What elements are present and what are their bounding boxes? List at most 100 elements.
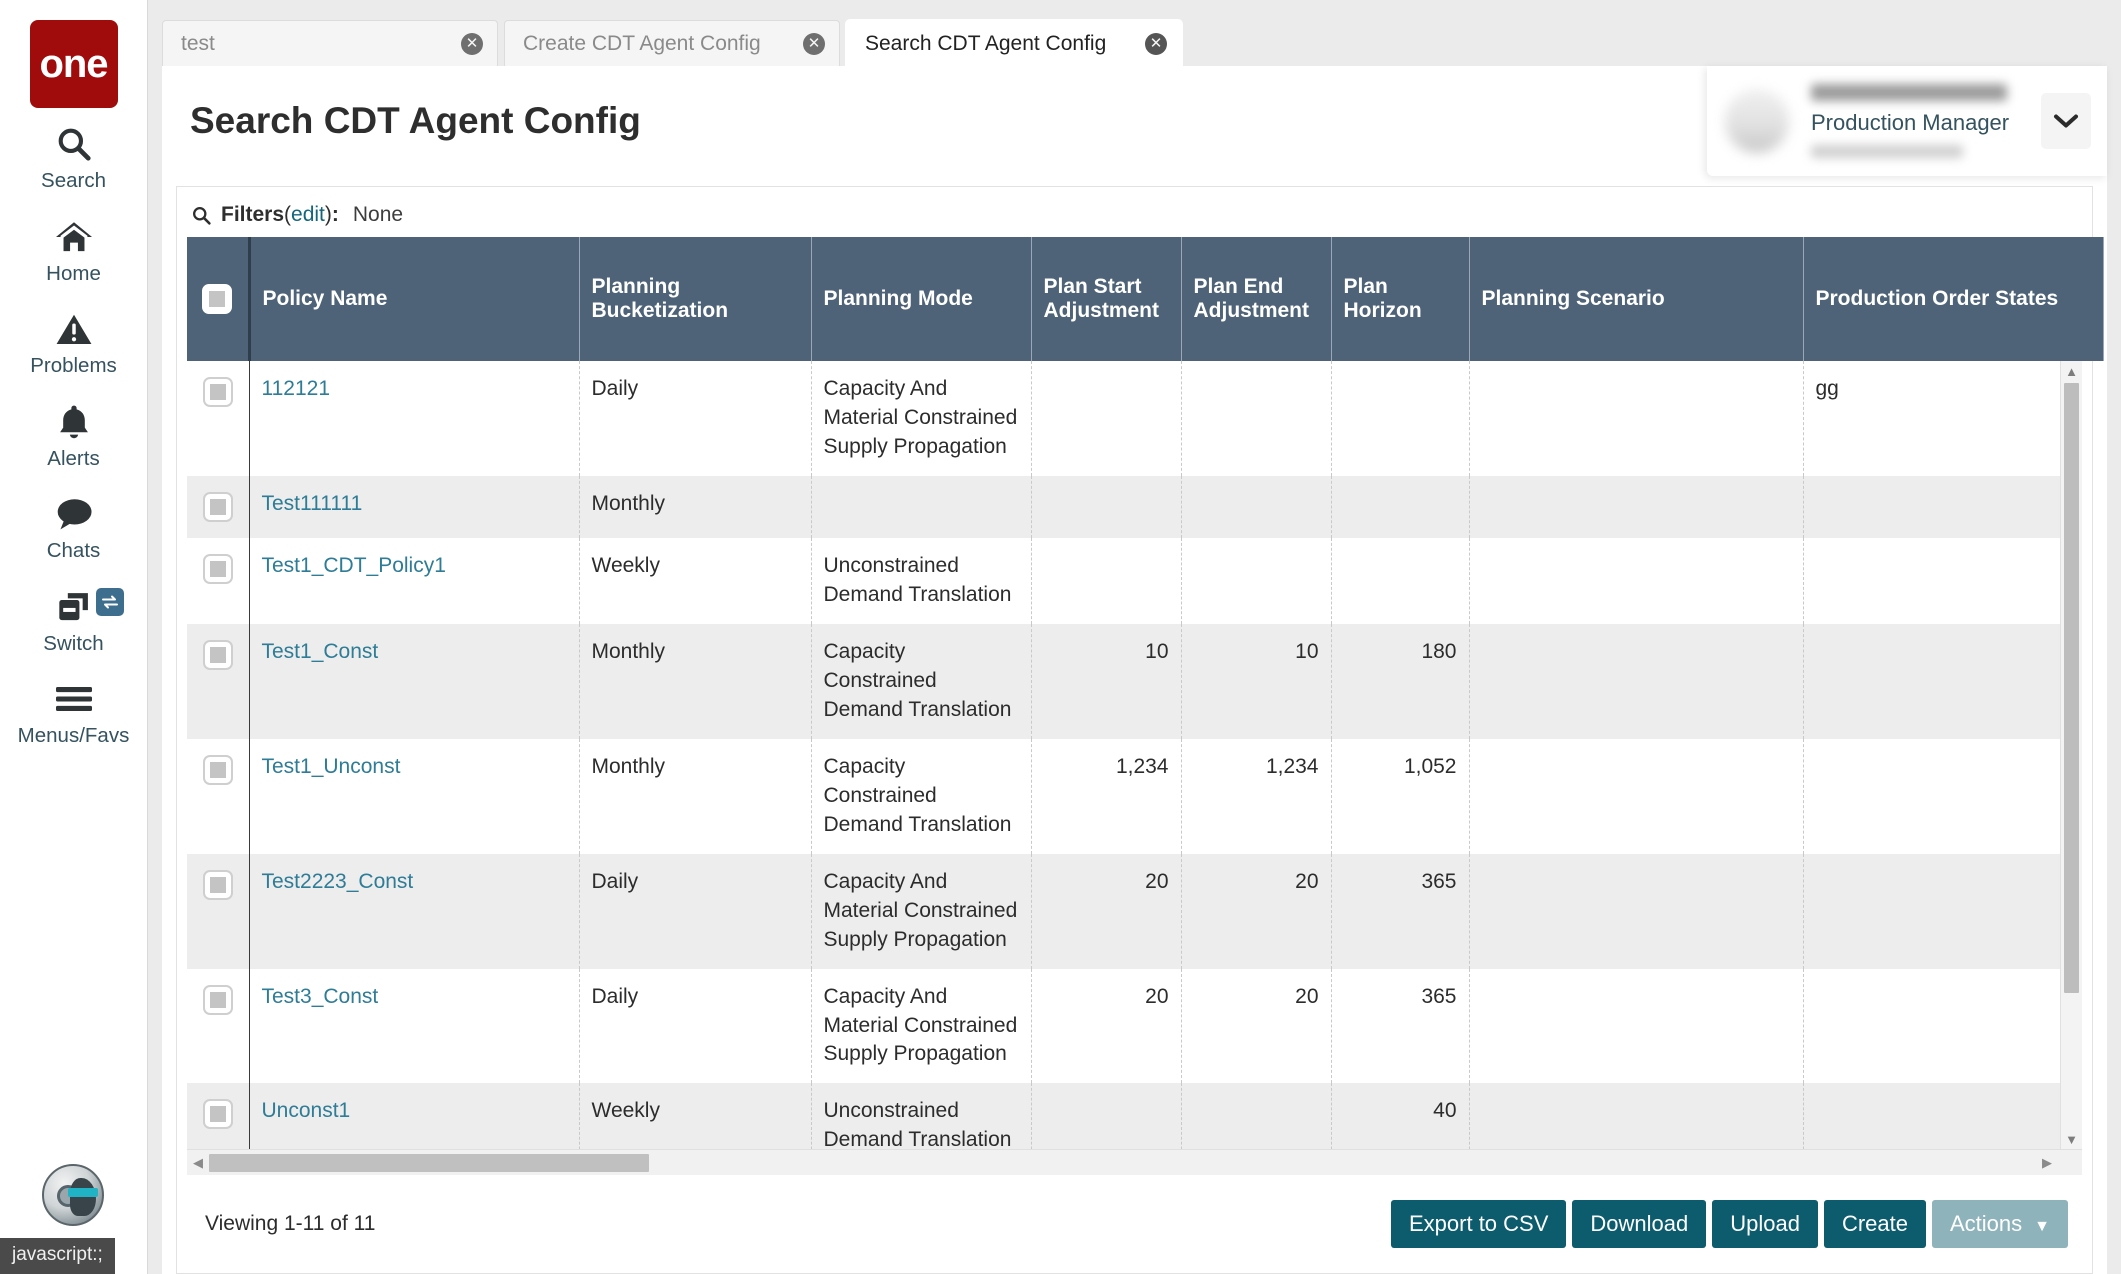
cell-policy-name: Test2223_Const <box>249 854 579 969</box>
cell-production-order-states <box>1803 1083 2082 1149</box>
close-icon[interactable]: ✕ <box>803 33 825 55</box>
cell-plan-end-adjustment <box>1181 476 1331 538</box>
column-header-planning-bucketization[interactable]: Planning Bucketization <box>579 237 811 361</box>
scroll-up-icon[interactable]: ▲ <box>2061 361 2082 381</box>
column-header-policy-name[interactable]: Policy Name <box>249 237 579 361</box>
scroll-right-icon[interactable]: ▶ <box>2036 1155 2058 1171</box>
cell-plan-horizon <box>1331 476 1469 538</box>
sidebar-item-alerts[interactable]: Alerts <box>0 386 148 479</box>
cell-planning-mode: Capacity Constrained Demand Translation <box>811 624 1031 739</box>
vertical-scrollbar[interactable]: ▲ ▼ <box>2060 361 2082 1149</box>
assistant-visor-icon <box>68 1188 98 1197</box>
cell-plan-horizon: 40 <box>1331 1083 1469 1149</box>
vertical-scroll-thumb[interactable] <box>2064 383 2079 993</box>
table-row[interactable]: Test1_Const Monthly Capacity Constrained… <box>187 624 2082 739</box>
user-profile-chip[interactable]: Production Manager <box>1707 66 2107 176</box>
row-checkbox[interactable] <box>203 554 233 584</box>
cell-plan-start-adjustment <box>1031 476 1181 538</box>
table-row[interactable]: Test2223_Const Daily Capacity And Materi… <box>187 854 2082 969</box>
cell-plan-end-adjustment: 1,234 <box>1181 739 1331 854</box>
row-checkbox[interactable] <box>203 640 233 670</box>
row-checkbox[interactable] <box>203 755 233 785</box>
cell-bucketization: Daily <box>579 361 811 476</box>
row-select-cell <box>187 538 249 624</box>
column-header-plan-end-adjustment[interactable]: Plan End Adjustment <box>1181 237 1331 361</box>
cell-planning-scenario <box>1469 739 1803 854</box>
cell-production-order-states <box>1803 538 2082 624</box>
policy-name-link[interactable]: 112121 <box>262 377 331 400</box>
scroll-left-icon[interactable]: ◀ <box>187 1155 209 1171</box>
cell-planning-scenario <box>1469 624 1803 739</box>
row-checkbox[interactable] <box>203 1099 233 1129</box>
row-select-cell <box>187 1083 249 1149</box>
tab-create-cdt-agent-config[interactable]: Create CDT Agent Config ✕ <box>504 20 840 66</box>
cell-production-order-states <box>1803 624 2082 739</box>
row-checkbox[interactable] <box>203 870 233 900</box>
checkbox-fill-icon <box>210 561 226 577</box>
assistant-avatar[interactable] <box>42 1164 104 1226</box>
row-select-cell <box>187 969 249 1084</box>
chevron-down-icon[interactable] <box>2041 93 2091 149</box>
cell-bucketization: Monthly <box>579 476 811 538</box>
sidebar-item-switch[interactable]: Switch <box>0 571 148 664</box>
table-row[interactable]: Test3_Const Daily Capacity And Material … <box>187 969 2082 1084</box>
scroll-down-icon[interactable]: ▼ <box>2061 1129 2082 1149</box>
close-icon[interactable]: ✕ <box>461 33 483 55</box>
column-header-plan-horizon[interactable]: Plan Horizon <box>1331 237 1469 361</box>
policy-name-link[interactable]: Test1_CDT_Policy1 <box>262 554 446 577</box>
policy-name-link[interactable]: Unconst1 <box>262 1099 351 1122</box>
sidebar-item-home[interactable]: Home <box>0 201 148 294</box>
table-row[interactable]: Test1_Unconst Monthly Capacity Constrain… <box>187 739 2082 854</box>
tab-search-cdt-agent-config[interactable]: Search CDT Agent Config ✕ <box>846 20 1182 66</box>
cell-bucketization: Daily <box>579 969 811 1084</box>
horizontal-scrollbar[interactable]: ◀ ▶ <box>187 1149 2082 1175</box>
upload-button[interactable]: Upload <box>1712 1200 1818 1248</box>
column-header-production-order-states[interactable]: Production Order States <box>1803 237 2103 361</box>
one-logo[interactable]: one <box>30 20 118 108</box>
cell-plan-end-adjustment <box>1181 538 1331 624</box>
column-header-plan-start-adjustment[interactable]: Plan Start Adjustment <box>1031 237 1181 361</box>
table-row[interactable]: 112121 Daily Capacity And Material Const… <box>187 361 2082 476</box>
table-body: 112121 Daily Capacity And Material Const… <box>187 361 2082 1149</box>
download-button[interactable]: Download <box>1572 1200 1706 1248</box>
filters-bar: Filters (edit): None <box>177 187 2092 237</box>
switch-toggle-badge[interactable] <box>96 588 124 616</box>
filters-value: None <box>353 203 403 227</box>
sidebar-item-problems[interactable]: Problems <box>0 293 148 386</box>
filters-edit-link[interactable]: edit <box>291 203 325 227</box>
row-select-cell <box>187 739 249 854</box>
policy-name-link[interactable]: Test1_Unconst <box>262 755 401 778</box>
column-header-planning-scenario[interactable]: Planning Scenario <box>1469 237 1803 361</box>
create-button[interactable]: Create <box>1824 1200 1926 1248</box>
cell-plan-end-adjustment: 10 <box>1181 624 1331 739</box>
row-select-cell <box>187 476 249 538</box>
actions-button[interactable]: Actions▼ <box>1932 1200 2068 1248</box>
close-icon[interactable]: ✕ <box>1145 33 1167 55</box>
sidebar-item-search[interactable]: Search <box>0 108 148 201</box>
select-all-checkbox[interactable] <box>202 284 232 314</box>
policy-name-link[interactable]: Test111111 <box>262 492 363 515</box>
column-header-planning-mode[interactable]: Planning Mode <box>811 237 1031 361</box>
table-body-scroll[interactable]: 112121 Daily Capacity And Material Const… <box>187 361 2082 1149</box>
horizontal-scroll-thumb[interactable] <box>209 1154 649 1172</box>
row-checkbox[interactable] <box>203 492 233 522</box>
row-checkbox[interactable] <box>203 985 233 1015</box>
cell-policy-name: Unconst1 <box>249 1083 579 1149</box>
cell-planning-mode: Capacity Constrained Demand Translation <box>811 739 1031 854</box>
cell-plan-start-adjustment <box>1031 538 1181 624</box>
checkbox-fill-icon <box>210 499 226 515</box>
table-row[interactable]: Test111111 Monthly <box>187 476 2082 538</box>
policy-name-link[interactable]: Test2223_Const <box>262 870 414 893</box>
content-panel: Filters (edit): None <box>176 186 2093 1274</box>
row-checkbox[interactable] <box>203 377 233 407</box>
policy-name-link[interactable]: Test3_Const <box>262 985 379 1008</box>
sidebar-item-chats[interactable]: Chats <box>0 478 148 571</box>
tab-test[interactable]: test ✕ <box>162 20 498 66</box>
policy-name-link[interactable]: Test1_Const <box>262 640 379 663</box>
table-header-row: Policy Name Planning Bucketization Plann… <box>187 237 2103 361</box>
table-row[interactable]: Test1_CDT_Policy1 Weekly Unconstrained D… <box>187 538 2082 624</box>
table-row[interactable]: Unconst1 Weekly Unconstrained Demand Tra… <box>187 1083 2082 1149</box>
export-to-csv-button[interactable]: Export to CSV <box>1391 1200 1566 1248</box>
cell-plan-start-adjustment: 10 <box>1031 624 1181 739</box>
sidebar-item-menus-favs[interactable]: Menus/Favs <box>0 663 148 756</box>
